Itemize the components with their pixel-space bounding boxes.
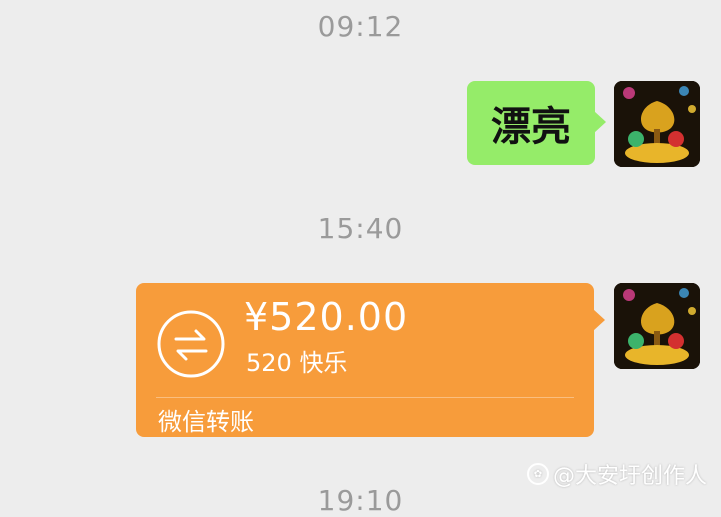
transfer-divider [156, 397, 574, 398]
avatar-image [614, 81, 700, 167]
transfer-card[interactable]: ¥520.00 520 快乐 微信转账 [136, 283, 605, 437]
avatar-image [614, 283, 700, 369]
transfer-note: 520 快乐 [246, 349, 348, 377]
avatar[interactable] [614, 81, 700, 167]
transfer-footer-label: 微信转账 [158, 408, 254, 436]
timestamp-2: 15:40 [317, 212, 404, 245]
paw-logo-icon: ✿ [526, 463, 549, 485]
avatar[interactable] [614, 283, 700, 369]
text-message-bubble[interactable]: 漂亮 [467, 81, 606, 165]
transfer-arrows-icon [157, 310, 225, 378]
watermark: ✿ @大安圩创作人 [526, 458, 707, 490]
timestamp-1: 09:12 [317, 10, 404, 43]
watermark-text: @大安圩创作人 [552, 464, 707, 489]
transfer-amount: ¥520.00 [244, 295, 409, 339]
